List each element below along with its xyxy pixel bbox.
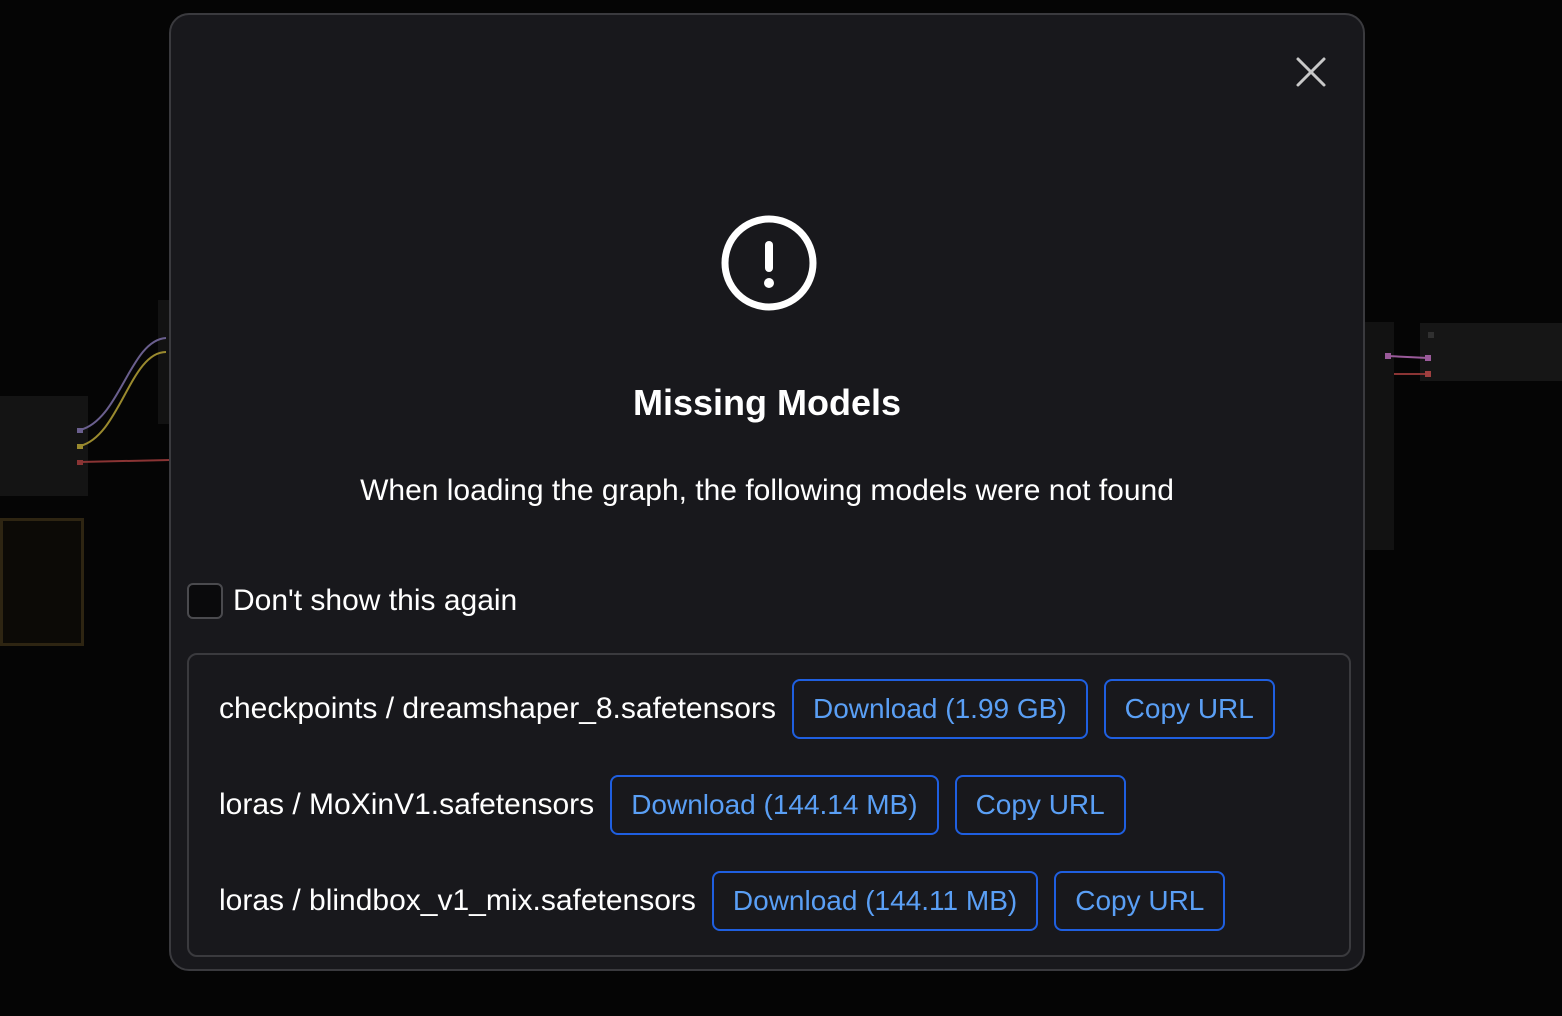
download-button[interactable]: Download (144.14 MB) <box>610 775 939 835</box>
model-name: loras / blindbox_v1_mix.safetensors <box>219 884 696 917</box>
close-icon[interactable] <box>1289 50 1333 94</box>
copy-url-button[interactable]: Copy URL <box>1054 871 1226 931</box>
dont-show-again-checkbox[interactable] <box>187 583 223 619</box>
dialog-message: When loading the graph, the following mo… <box>360 474 1174 507</box>
list-item: loras / blindbox_v1_mix.safetensors Down… <box>219 871 1241 931</box>
model-name: checkpoints / dreamshaper_8.safetensors <box>219 692 776 725</box>
list-item: loras / MoXinV1.safetensors Download (14… <box>219 775 1142 835</box>
list-item: checkpoints / dreamshaper_8.safetensors … <box>219 679 1291 739</box>
dont-show-again-option[interactable]: Don't show this again <box>187 580 517 622</box>
download-button[interactable]: Download (144.11 MB) <box>711 871 1039 931</box>
exclamation-circle-icon <box>721 215 817 311</box>
copy-url-button[interactable]: Copy URL <box>954 775 1126 835</box>
model-name: loras / MoXinV1.safetensors <box>219 788 595 821</box>
missing-models-list: checkpoints / dreamshaper_8.safetensors … <box>187 653 1351 957</box>
dont-show-again-label: Don't show this again <box>233 584 518 617</box>
copy-url-button[interactable]: Copy URL <box>1103 679 1275 739</box>
dialog-title: Missing Models <box>632 382 902 423</box>
close-button[interactable] <box>1289 50 1333 94</box>
download-button[interactable]: Download (1.99 GB) <box>791 679 1088 739</box>
missing-models-dialog: Missing Models When loading the graph, t… <box>169 13 1365 971</box>
